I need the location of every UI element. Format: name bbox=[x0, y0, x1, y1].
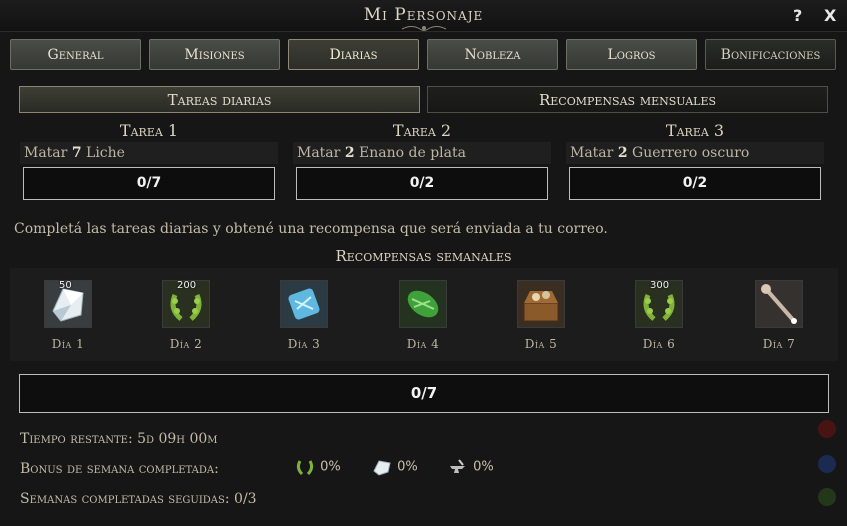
window-title: Mi Personaje bbox=[363, 5, 484, 25]
task-card: Tarea 3 Matar 2 Guerrero oscuro 0/2 bbox=[566, 120, 824, 200]
laurel-wreath-icon[interactable]: 200 bbox=[162, 280, 210, 328]
reward-quantity: 50 bbox=[59, 280, 72, 291]
day-label: Día 3 bbox=[287, 337, 321, 351]
day-label: Día 6 bbox=[642, 337, 676, 351]
reward-day-2[interactable]: 200 Día 2 bbox=[156, 280, 216, 351]
task-title: Tarea 1 bbox=[119, 121, 179, 140]
day-label: Día 4 bbox=[406, 337, 440, 351]
reward-day-5[interactable]: Día 5 bbox=[511, 280, 571, 351]
background-orb bbox=[818, 488, 836, 506]
anvil-icon bbox=[450, 459, 465, 473]
task-description: Matar 7 Liche bbox=[20, 142, 278, 164]
task-description: Matar 2 Enano de plata bbox=[293, 142, 551, 164]
bonus-value: 0% bbox=[320, 459, 341, 475]
subtab-monthly-rewards[interactable]: Recompensas mensuales bbox=[427, 86, 828, 113]
reward-quantity: 200 bbox=[177, 280, 197, 291]
background-orb bbox=[818, 420, 836, 438]
bonus-laurel: 0% bbox=[294, 458, 341, 476]
tab-nobleza[interactable]: Nobleza bbox=[427, 39, 558, 70]
task-description: Matar 2 Guerrero oscuro bbox=[566, 142, 824, 164]
task-progress-bar: 0/2 bbox=[569, 167, 821, 200]
tab-bonificaciones[interactable]: Bonificaciones bbox=[705, 39, 836, 70]
bonus-value: 0% bbox=[473, 459, 494, 475]
laurel-wreath-icon bbox=[296, 460, 314, 476]
reward-quantity: 300 bbox=[650, 280, 670, 291]
reward-day-1[interactable]: 50 Día 1 bbox=[38, 280, 98, 351]
background-orb bbox=[818, 455, 836, 473]
info-text: Completá las tareas diarias y obtené una… bbox=[14, 221, 608, 237]
weekly-progress-bar: 0/7 bbox=[19, 374, 829, 413]
day-label: Día 1 bbox=[51, 337, 85, 351]
blue-scroll-icon[interactable] bbox=[280, 280, 328, 328]
tab-misiones[interactable]: Misiones bbox=[149, 39, 280, 70]
reward-day-6[interactable]: 300 Día 6 bbox=[629, 280, 689, 351]
bonus-crystal: 0% bbox=[371, 458, 418, 476]
help-button[interactable]: ? bbox=[793, 6, 802, 25]
bonus-anvil: 0% bbox=[447, 458, 494, 476]
title-ornament-icon bbox=[401, 26, 447, 31]
task-progress-bar: 0/7 bbox=[23, 167, 275, 200]
time-remaining: Tiempo restante: 5d 09h 00m bbox=[20, 431, 218, 447]
weeks-streak: Semanas completadas seguidas: 0/3 bbox=[20, 491, 257, 507]
crystal-icon bbox=[373, 460, 391, 476]
task-title: Tarea 3 bbox=[665, 121, 725, 140]
day-label: Día 5 bbox=[524, 337, 558, 351]
treasure-chest-icon[interactable] bbox=[517, 280, 565, 328]
weekly-rewards-title: Recompensas semanales bbox=[335, 247, 512, 265]
reward-day-4[interactable]: Día 4 bbox=[393, 280, 453, 351]
laurel-wreath-icon[interactable]: 300 bbox=[635, 280, 683, 328]
tab-general[interactable]: General bbox=[10, 39, 141, 70]
day-label: Día 7 bbox=[762, 337, 796, 351]
close-button[interactable]: X bbox=[824, 6, 836, 25]
green-scroll-icon[interactable] bbox=[399, 280, 447, 328]
tab-logros[interactable]: Logros bbox=[566, 39, 697, 70]
subtab-daily-tasks[interactable]: Tareas diarias bbox=[19, 86, 420, 113]
tab-diarias[interactable]: Diarias bbox=[288, 39, 419, 70]
title-bar: Mi Personaje ? X bbox=[0, 0, 847, 32]
staff-icon[interactable] bbox=[755, 280, 803, 328]
task-card: Tarea 1 Matar 7 Liche 0/7 bbox=[20, 120, 278, 200]
task-progress-bar: 0/2 bbox=[296, 167, 548, 200]
bonus-value: 0% bbox=[397, 459, 418, 475]
reward-day-3[interactable]: Día 3 bbox=[274, 280, 334, 351]
day-label: Día 2 bbox=[169, 337, 203, 351]
bonus-label: Bonus de semana completada: bbox=[20, 461, 219, 477]
crystal-icon[interactable]: 50 bbox=[44, 280, 92, 328]
task-card: Tarea 2 Matar 2 Enano de plata 0/2 bbox=[293, 120, 551, 200]
task-title: Tarea 2 bbox=[392, 121, 452, 140]
reward-day-7[interactable]: Día 7 bbox=[749, 280, 809, 351]
